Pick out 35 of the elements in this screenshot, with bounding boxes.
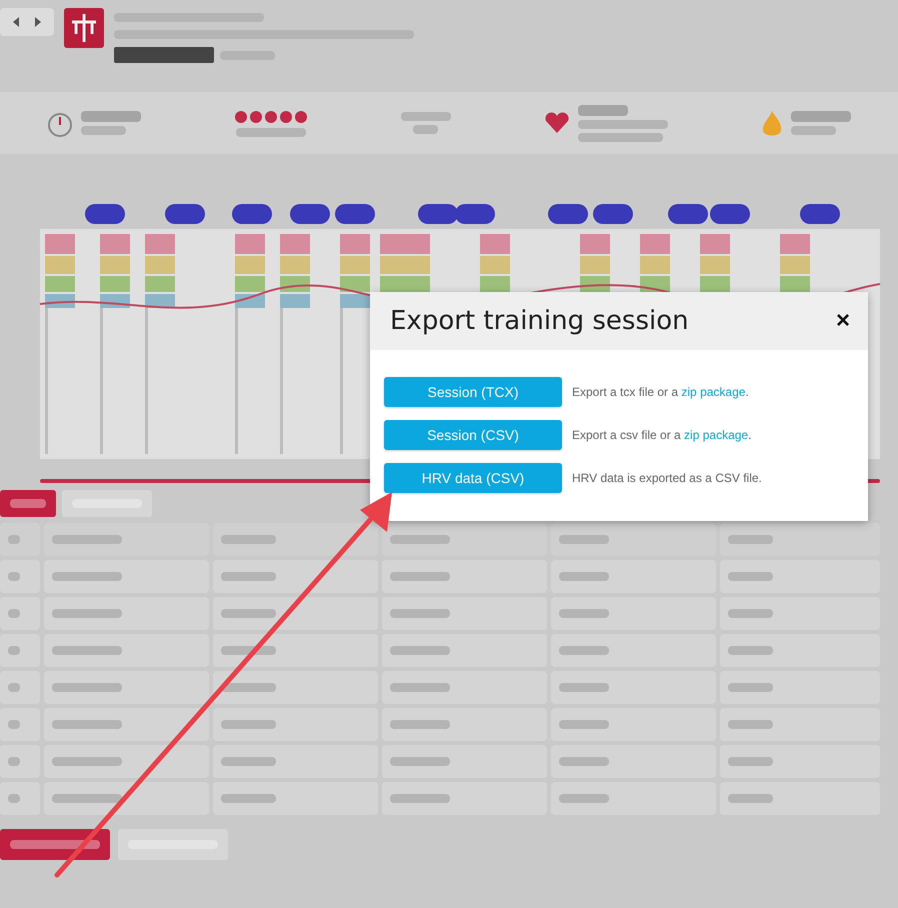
back-icon xyxy=(12,16,20,28)
blurred-text-bar xyxy=(413,125,438,134)
lap-marker[interactable] xyxy=(548,204,588,224)
navigation-arrows[interactable] xyxy=(0,8,54,36)
lap-marker[interactable] xyxy=(290,204,330,224)
lap-marker[interactable] xyxy=(335,204,375,224)
lap-marker[interactable] xyxy=(800,204,840,224)
blurred-text-bar xyxy=(791,126,836,135)
blurred-text-bar xyxy=(80,126,126,135)
zip-package-link[interactable]: zip package xyxy=(684,428,748,442)
dialog-title: Export training session xyxy=(390,306,689,336)
lap-marker[interactable] xyxy=(85,204,125,224)
lap-marker[interactable] xyxy=(455,204,495,224)
lap-marker[interactable] xyxy=(710,204,750,224)
lap-marker[interactable] xyxy=(418,204,458,224)
blurred-text-bar xyxy=(80,111,141,122)
close-button[interactable]: × xyxy=(834,307,852,335)
zip-package-link[interactable]: zip package xyxy=(681,385,746,399)
heart-icon xyxy=(544,111,570,135)
blurred-text-bar xyxy=(400,112,451,121)
blurred-text-bar xyxy=(791,111,852,122)
export-button[interactable]: HRV data (CSV) xyxy=(384,463,562,493)
export-description: Export a csv file or a zip package. xyxy=(572,428,752,442)
lap-marker[interactable] xyxy=(232,204,272,224)
lap-marker[interactable] xyxy=(165,204,205,224)
export-button[interactable]: Session (CSV) xyxy=(384,420,562,450)
forward-icon xyxy=(34,16,42,28)
export-button[interactable]: Session (TCX) xyxy=(384,377,562,407)
export-description: Export a tcx file or a zip package. xyxy=(572,385,749,399)
export-description: HRV data is exported as a CSV file. xyxy=(572,471,762,485)
blurred-text-bar xyxy=(236,128,306,136)
lap-marker[interactable] xyxy=(668,204,708,224)
blurred-text-bar xyxy=(578,104,628,116)
lap-marker[interactable] xyxy=(593,204,633,224)
sport-icon xyxy=(64,8,104,48)
